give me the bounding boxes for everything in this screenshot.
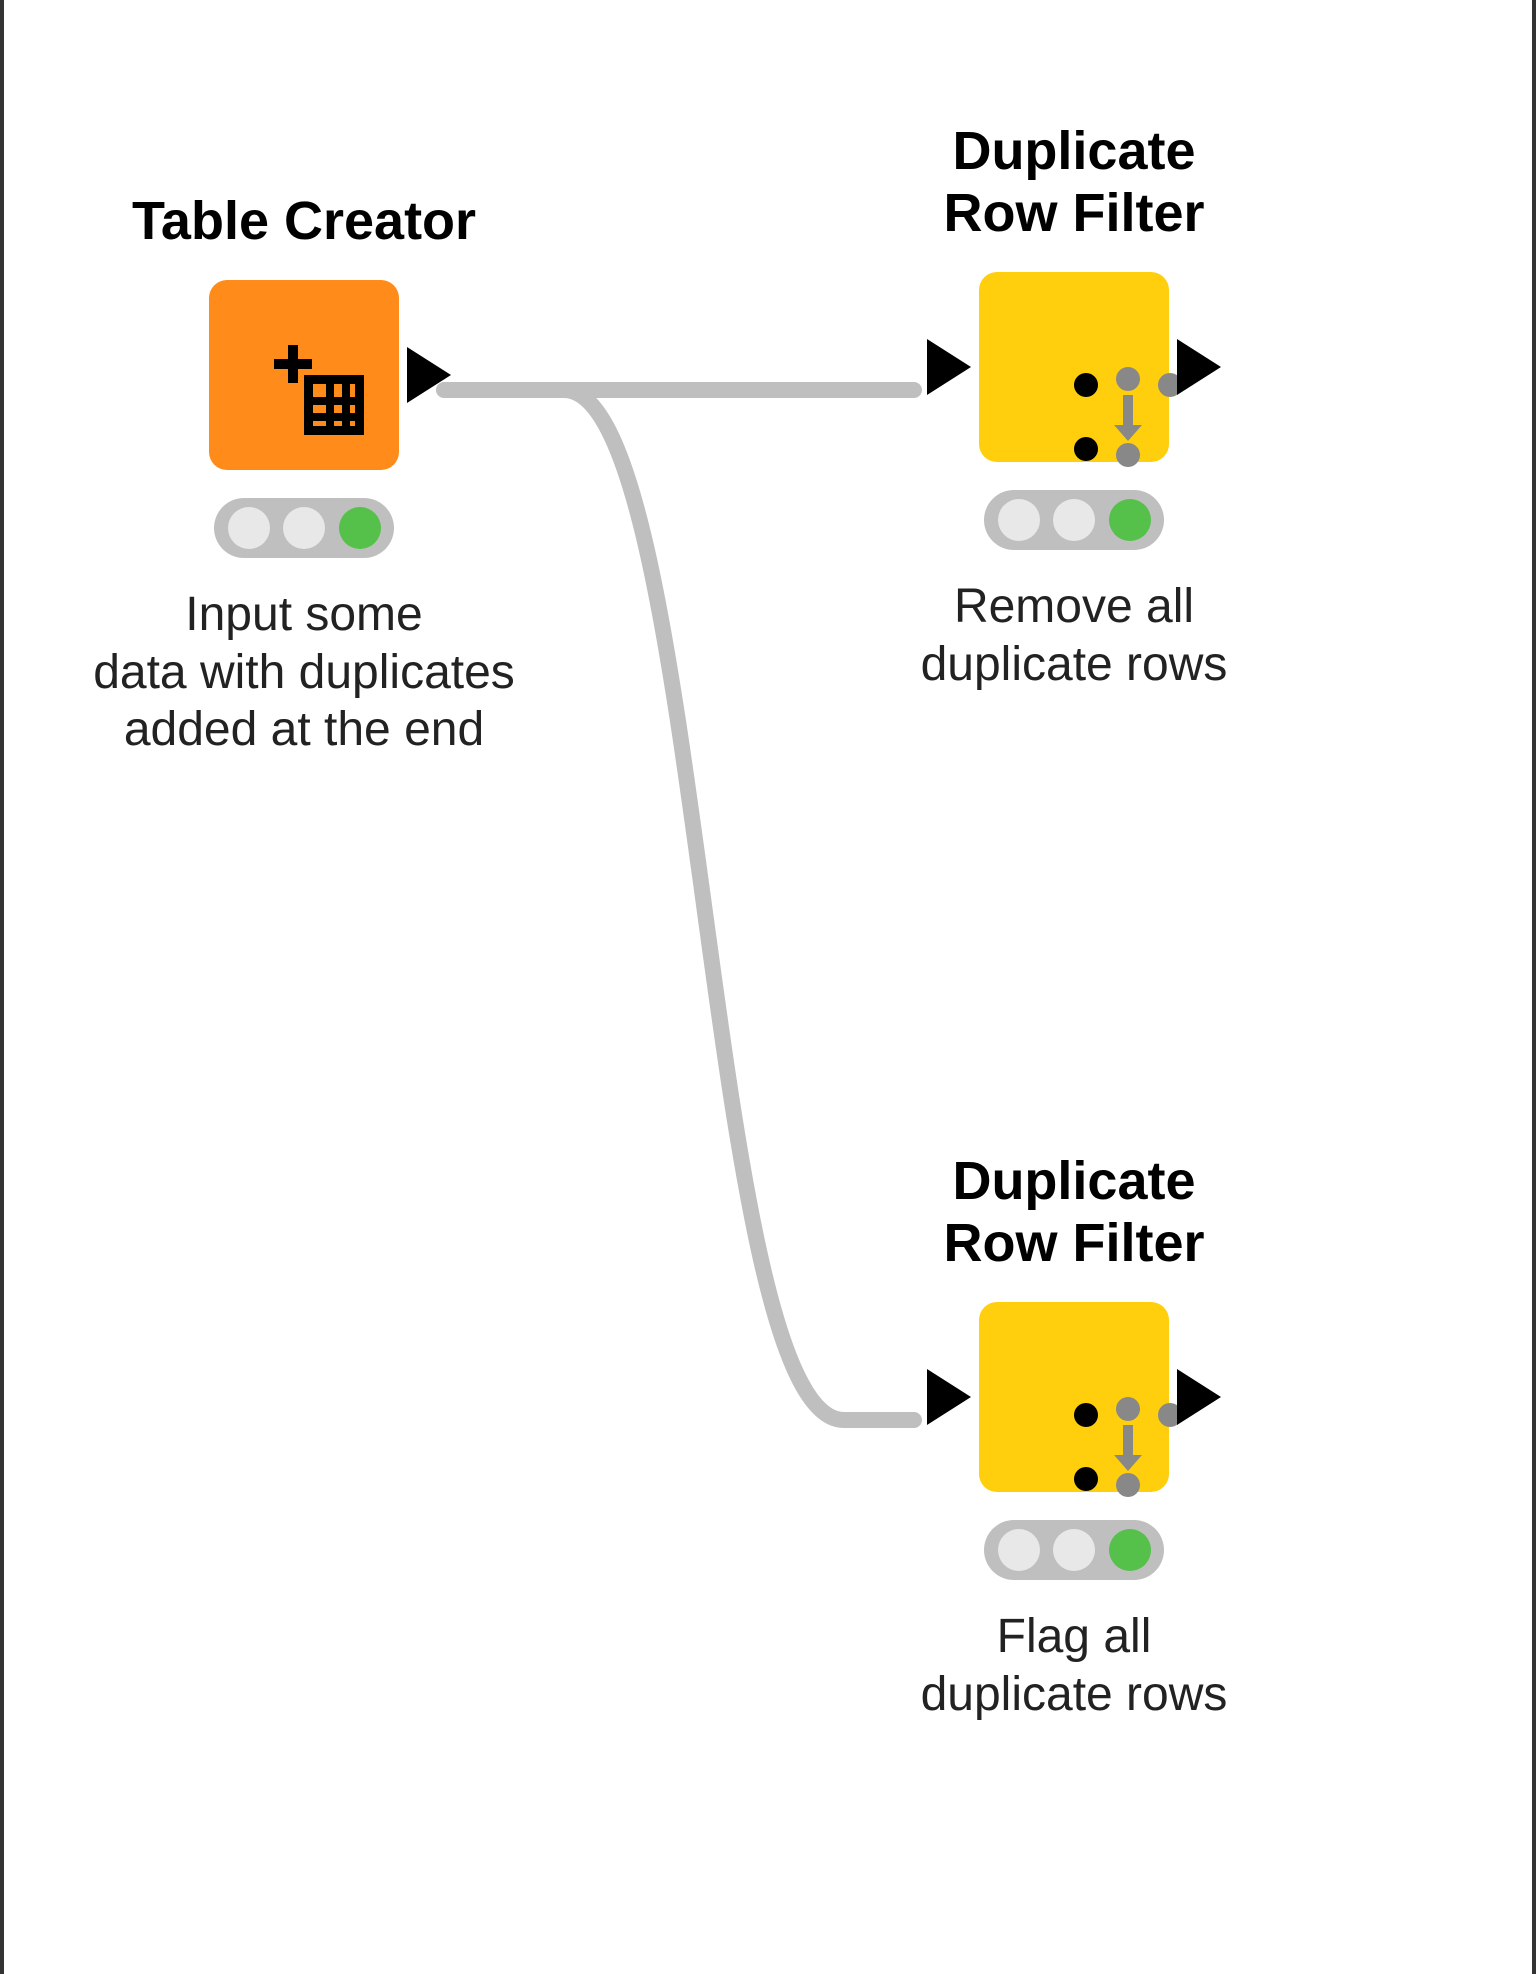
node-title: Duplicate Row Filter <box>943 120 1204 244</box>
node-table-creator[interactable]: Table Creator Input some data with dupli… <box>104 190 504 759</box>
status-dot-yellow <box>1053 1529 1095 1571</box>
status-dot-red <box>998 1529 1040 1571</box>
status-dot-red <box>998 499 1040 541</box>
status-indicator <box>214 498 394 558</box>
node-duplicate-filter-flag[interactable]: Duplicate Row Filter Flag all duplicate … <box>874 1150 1274 1723</box>
status-dot-yellow <box>283 507 325 549</box>
node-title: Table Creator <box>132 190 476 252</box>
status-dot-green <box>1109 499 1151 541</box>
output-port[interactable] <box>1177 1369 1221 1425</box>
status-dot-yellow <box>1053 499 1095 541</box>
status-dot-red <box>228 507 270 549</box>
status-indicator <box>984 1520 1164 1580</box>
node-body[interactable] <box>979 272 1169 462</box>
input-port[interactable] <box>927 1369 971 1425</box>
node-description: Input some data with duplicates added at… <box>93 586 515 759</box>
node-description: Flag all duplicate rows <box>921 1608 1228 1723</box>
node-description: Remove all duplicate rows <box>921 578 1228 693</box>
input-port[interactable] <box>927 339 971 395</box>
output-port[interactable] <box>407 347 451 403</box>
node-title: Duplicate Row Filter <box>943 1150 1204 1274</box>
status-indicator <box>984 490 1164 550</box>
node-body[interactable] <box>209 280 399 470</box>
status-dot-green <box>1109 1529 1151 1571</box>
connection-2 <box>484 390 914 1420</box>
workflow-canvas[interactable]: { "nodes": { "table_creator": { "title":… <box>0 0 1536 1974</box>
output-port[interactable] <box>1177 339 1221 395</box>
node-duplicate-filter-remove[interactable]: Duplicate Row Filter Remove all duplicat… <box>874 120 1274 693</box>
node-body[interactable] <box>979 1302 1169 1492</box>
status-dot-green <box>339 507 381 549</box>
